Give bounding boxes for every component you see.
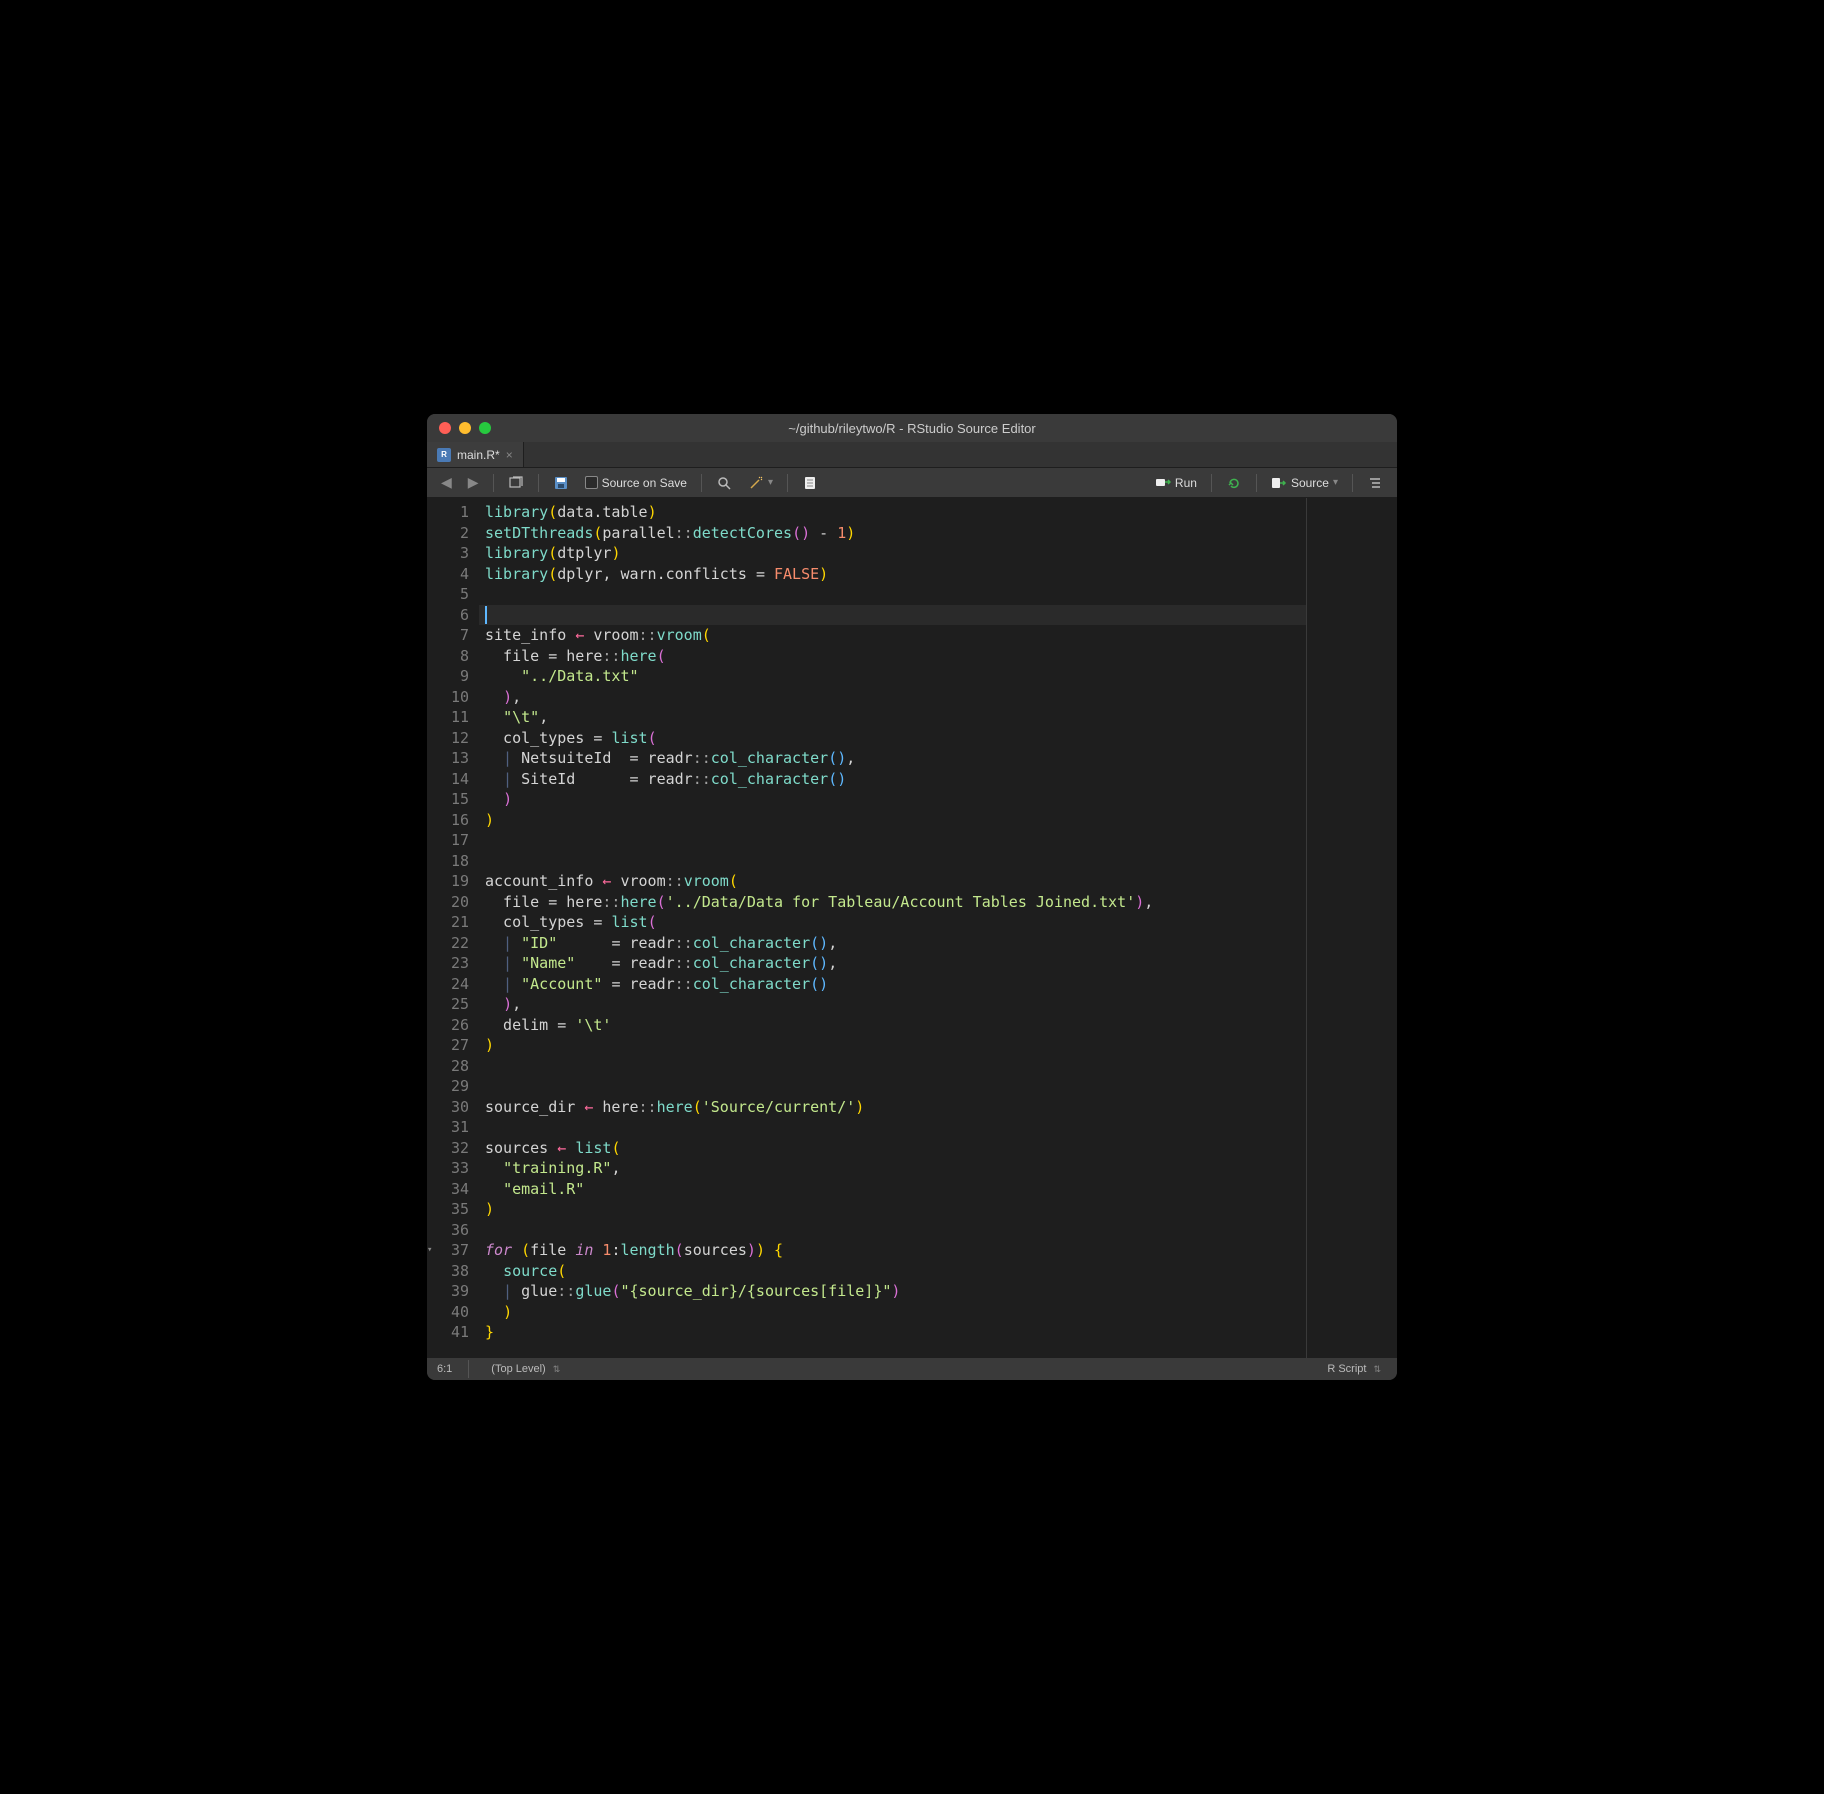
run-button[interactable]: Run xyxy=(1149,472,1203,494)
nav-forward-button[interactable]: ▶ xyxy=(462,471,485,494)
filetype-label: R Script xyxy=(1327,1363,1366,1375)
code-tools-button[interactable]: ▾ xyxy=(742,472,779,494)
source-label: Source xyxy=(1291,476,1329,490)
nav-back-button[interactable]: ◀ xyxy=(435,471,458,494)
arrow-left-icon: ◀ xyxy=(441,474,452,491)
tab-close-icon[interactable]: × xyxy=(506,448,513,462)
save-icon xyxy=(553,475,569,491)
wand-icon xyxy=(748,475,764,491)
search-icon xyxy=(716,475,732,491)
run-label: Run xyxy=(1175,476,1197,490)
r-file-icon: R xyxy=(437,448,451,462)
traffic-lights xyxy=(439,422,491,434)
close-window-button[interactable] xyxy=(439,422,451,434)
maximize-window-button[interactable] xyxy=(479,422,491,434)
filetype-selector[interactable]: R Script ⇅ xyxy=(1321,1360,1387,1378)
tab-bar: R main.R* × xyxy=(427,442,1397,468)
rerun-icon xyxy=(1226,475,1242,491)
updown-icon: ⇅ xyxy=(1373,1364,1381,1375)
source-on-save-label: Source on Save xyxy=(602,476,687,490)
minimize-window-button[interactable] xyxy=(459,422,471,434)
window-title: ~/github/rileytwo/R - RStudio Source Edi… xyxy=(788,421,1035,436)
compile-report-button[interactable] xyxy=(796,472,824,494)
checkbox-icon xyxy=(585,476,598,489)
code-area[interactable]: library(data.table)setDTthreads(parallel… xyxy=(479,498,1307,1358)
show-in-new-window-button[interactable] xyxy=(502,472,530,494)
scope-label: (Top Level) xyxy=(491,1363,545,1375)
run-icon xyxy=(1155,475,1171,491)
rerun-button[interactable] xyxy=(1220,472,1248,494)
notebook-icon xyxy=(802,475,818,491)
line-gutter: 1234567891011121314151617181920212223242… xyxy=(427,498,479,1358)
updown-icon: ⇅ xyxy=(553,1364,561,1375)
source-button[interactable]: Source ▾ xyxy=(1265,472,1344,494)
outline-button[interactable] xyxy=(1361,472,1389,494)
toolbar: ◀ ▶ Source on Save ▾ Run xyxy=(427,468,1397,498)
save-button[interactable] xyxy=(547,472,575,494)
source-on-save-toggle[interactable]: Source on Save xyxy=(579,473,693,493)
code-editor[interactable]: 1234567891011121314151617181920212223242… xyxy=(427,498,1397,1358)
titlebar: ~/github/rileytwo/R - RStudio Source Edi… xyxy=(427,414,1397,442)
file-tab[interactable]: R main.R* × xyxy=(427,442,524,467)
source-icon xyxy=(1271,475,1287,491)
find-button[interactable] xyxy=(710,472,738,494)
cursor-position: 6:1 xyxy=(437,1363,452,1375)
popup-icon xyxy=(508,475,524,491)
app-window: ~/github/rileytwo/R - RStudio Source Edi… xyxy=(427,414,1397,1380)
arrow-right-icon: ▶ xyxy=(468,474,479,491)
tab-filename: main.R* xyxy=(457,448,500,462)
scope-selector[interactable]: (Top Level) ⇅ xyxy=(485,1360,566,1378)
minimap[interactable] xyxy=(1307,498,1397,1358)
outline-icon xyxy=(1367,475,1383,491)
status-bar: 6:1 (Top Level) ⇅ R Script ⇅ xyxy=(427,1358,1397,1380)
